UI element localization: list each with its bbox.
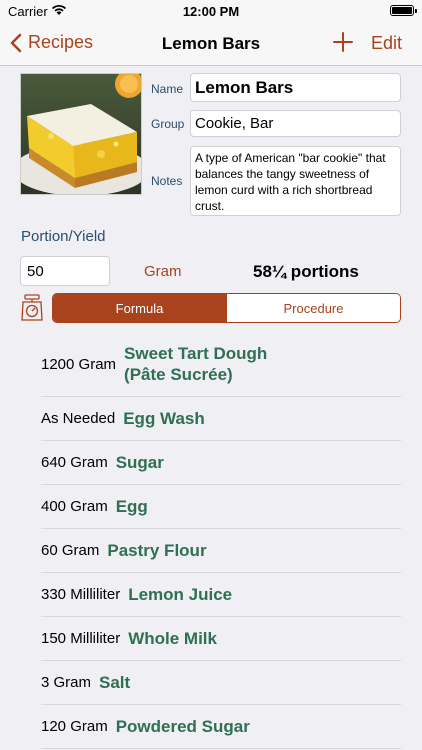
plus-icon	[333, 32, 353, 52]
ingredient-name: Egg	[115, 496, 148, 516]
portions-count: 58¼ portions	[253, 262, 359, 281]
ingredient-row[interactable]: 330 Milliliter Lemon Juice	[41, 572, 401, 617]
unit-selector[interactable]: Gram	[144, 263, 182, 280]
ingredient-quantity: 1200 Gram	[41, 355, 117, 373]
edit-button[interactable]: Edit	[371, 33, 402, 54]
formula-segment[interactable]: Formula	[53, 294, 226, 322]
ingredient-name: Sugar	[115, 452, 164, 472]
ingredient-name: Egg Wash	[123, 408, 205, 428]
name-field[interactable]: Lemon Bars	[190, 73, 401, 102]
ingredient-name: Whole Milk	[128, 628, 217, 648]
notes-field[interactable]: A type of American "bar cookie" that bal…	[190, 146, 401, 216]
page-title: Lemon Bars	[161, 34, 261, 53]
group-field[interactable]: Cookie, Bar	[190, 110, 401, 137]
ingredient-name: Sweet Tart Dough (Pâte Sucrée)	[124, 344, 268, 384]
ingredient-quantity: 400 Gram	[41, 497, 108, 515]
ingredient-name: Pastry Flour	[107, 540, 207, 560]
ingredient-quantity: 60 Gram	[41, 541, 100, 559]
ingredient-quantity: 3 Gram	[41, 673, 92, 691]
status-bar: Carrier 12:00 PM	[0, 0, 422, 22]
ingredient-row[interactable]: 120 Gram Powdered Sugar	[41, 704, 401, 749]
navigation-bar: Recipes Lemon Bars Edit	[0, 22, 422, 66]
ingredient-quantity: 120 Gram	[41, 717, 108, 735]
ingredient-row[interactable]: 60 Gram Pastry Flour	[41, 528, 401, 573]
portion-input[interactable]: 50	[20, 256, 110, 286]
ingredient-row[interactable]: 150 Milliliter Whole Milk	[41, 616, 401, 661]
ingredient-name: Lemon Juice	[128, 584, 233, 604]
procedure-segment[interactable]: Procedure	[226, 294, 400, 322]
ingredient-row[interactable]: 400 Gram Egg	[41, 484, 401, 529]
ingredient-row[interactable]: As Needed Egg Wash	[41, 396, 401, 441]
add-button[interactable]	[332, 31, 354, 58]
clock: 12:00 PM	[182, 4, 240, 19]
ingredient-row[interactable]: 1200 Gram Sweet Tart Dough (Pâte Sucrée)	[41, 332, 401, 397]
notes-label: Notes	[151, 174, 183, 188]
formula-procedure-segmented-control: Formula Procedure	[52, 293, 401, 323]
ingredient-quantity: 640 Gram	[41, 453, 108, 471]
battery-icon	[390, 5, 417, 16]
name-label: Name	[151, 82, 184, 96]
portion-yield-label: Portion/Yield	[21, 228, 106, 245]
scale-icon	[21, 294, 43, 321]
ingredient-row[interactable]: 640 Gram Sugar	[41, 440, 401, 485]
group-label: Group	[151, 117, 185, 131]
ingredient-row[interactable]: 3 Gram Salt	[41, 660, 401, 705]
ingredient-quantity: 330 Milliliter	[41, 585, 121, 603]
scale-button[interactable]	[20, 294, 44, 327]
ingredient-quantity: As Needed	[41, 409, 116, 427]
ingredient-name: Salt	[99, 672, 131, 692]
recipe-photo[interactable]	[13, 70, 149, 196]
ingredient-name: Powdered Sugar	[115, 716, 250, 736]
ingredient-quantity: 150 Milliliter	[41, 629, 121, 647]
